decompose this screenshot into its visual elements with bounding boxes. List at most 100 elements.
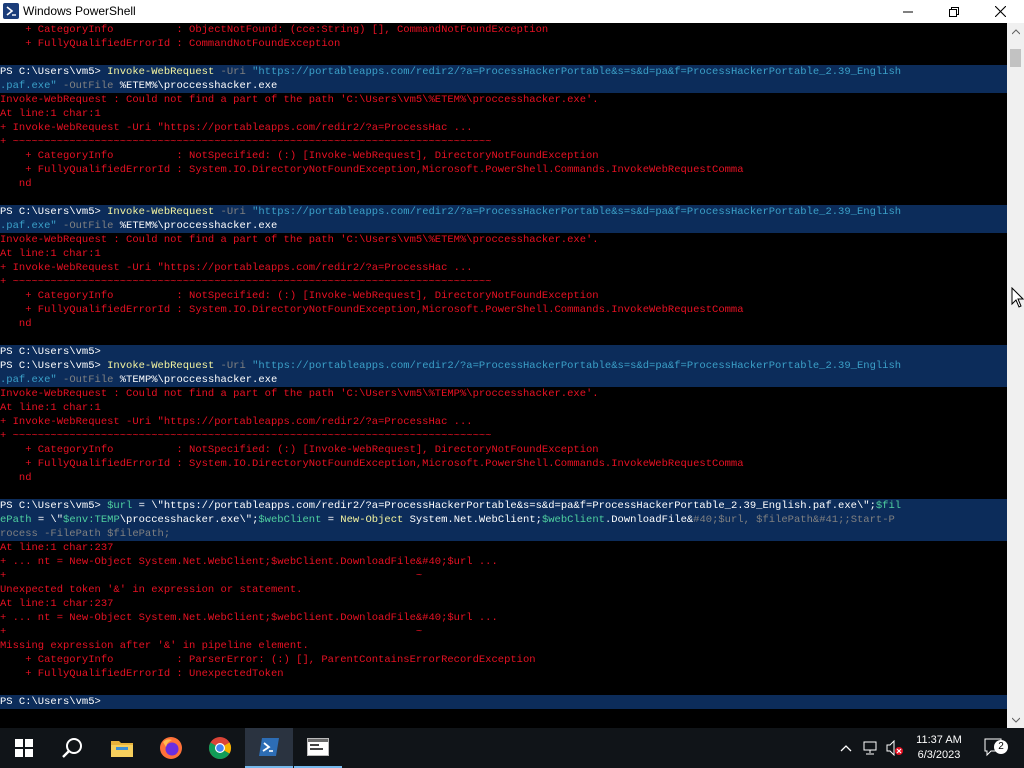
console-text-segment: At line:1 char:237: [0, 542, 114, 554]
console-output-line: + CategoryInfo : NotSpecified: (:) [Invo…: [0, 149, 1007, 163]
console-text-segment: PS C:\Users\vm5>: [0, 696, 101, 708]
restore-icon: [949, 6, 959, 17]
console-output-line: + ... nt = New-Object System.Net.WebClie…: [0, 555, 1007, 569]
console-output-line: Unexpected token '&' in expression or st…: [0, 583, 1007, 597]
console-text-segment: = \": [31, 514, 64, 526]
scroll-up-button[interactable]: [1007, 23, 1024, 40]
console-text-segment: [0, 486, 6, 498]
console-command-line: PS C:\Users\vm5>: [0, 695, 1007, 709]
console-text-segment: At line:1 char:237: [0, 598, 114, 610]
powershell-app-icon: [3, 3, 19, 19]
console-output-line: nd: [0, 177, 1007, 191]
restore-button[interactable]: [931, 0, 977, 23]
search-button[interactable]: [48, 728, 96, 768]
console-command-line: PS C:\Users\vm5> Invoke-WebRequest -Uri …: [0, 205, 1007, 219]
console-output-line: + Invoke-WebRequest -Uri "https://portab…: [0, 261, 1007, 275]
console-text-segment: .paf.exe": [0, 374, 57, 386]
console-text-segment: $env:TEMP: [63, 514, 120, 526]
taskbar: 11:37 AM 6/3/2023 2: [0, 728, 1024, 768]
console-output-line: + FullyQualifiedErrorId : System.IO.Dire…: [0, 163, 1007, 177]
scrollbar-thumb[interactable]: [1010, 49, 1021, 67]
console-text-segment: Invoke-WebRequest : Could not find a par…: [0, 388, 599, 400]
console-command-line: PS C:\Users\vm5> Invoke-WebRequest -Uri …: [0, 359, 1007, 373]
clock[interactable]: 11:37 AM 6/3/2023: [908, 728, 970, 768]
close-button[interactable]: [977, 0, 1023, 23]
chrome-button[interactable]: [196, 728, 244, 768]
console-text-segment: + ~~~~~~~~~~~~~~~~~~~~~~~~~~~~~~~~~~~~~~…: [0, 136, 492, 148]
title-bar: Windows PowerShell: [0, 0, 1024, 23]
console-text-segment: -Uri: [214, 66, 253, 78]
console-output[interactable]: + CategoryInfo : ObjectNotFound: (cce:St…: [0, 23, 1007, 728]
console-command-line: rocess -FilePath $filePath;: [0, 527, 1007, 541]
mouse-cursor-icon: [1011, 287, 1024, 308]
console-text-segment: [0, 332, 6, 344]
console-text-segment: + FullyQualifiedErrorId : System.IO.Dire…: [0, 304, 744, 316]
network-icon: [863, 741, 877, 755]
chrome-icon: [209, 737, 231, 759]
console-text-segment: "https://portableapps.com/redir2/?a=Proc…: [252, 360, 902, 372]
console-output-line: Missing expression after '&' in pipeline…: [0, 639, 1007, 653]
volume-button[interactable]: [883, 728, 907, 768]
console-output-line: + CategoryInfo : NotSpecified: (:) [Invo…: [0, 289, 1007, 303]
console-output-line: At line:1 char:1: [0, 401, 1007, 415]
close-icon: [994, 6, 1006, 17]
console-output-line: + ... nt = New-Object System.Net.WebClie…: [0, 611, 1007, 625]
action-center-button[interactable]: 2: [978, 728, 1012, 768]
console-command-line: .paf.exe" -OutFile %ETEM%\proccesshacker…: [0, 79, 1007, 93]
console-text-segment: $fil: [875, 500, 902, 512]
console-output-line: At line:1 char:1: [0, 107, 1007, 121]
console-output-line: [0, 681, 1007, 695]
network-button[interactable]: [859, 728, 881, 768]
scroll-down-button[interactable]: [1007, 711, 1024, 728]
console-text-segment: nd: [0, 178, 32, 190]
console-text-segment: Unexpected token '&' in expression or st…: [0, 584, 303, 596]
console-output-line: + Invoke-WebRequest -Uri "https://portab…: [0, 415, 1007, 429]
console-text-segment: System.Net.WebClient;: [403, 514, 542, 526]
volume-muted-icon: [886, 740, 903, 756]
console-text-segment: PS C:\Users\vm5>: [0, 66, 108, 78]
console-output-line: + CategoryInfo : ObjectNotFound: (cce:St…: [0, 23, 1007, 37]
console-output-line: + FullyQualifiedErrorId : System.IO.Dire…: [0, 457, 1007, 471]
file-explorer-icon: [111, 741, 133, 757]
show-hidden-icons-button[interactable]: [835, 728, 857, 768]
minimize-icon: [903, 11, 913, 12]
firefox-button[interactable]: [147, 728, 195, 768]
powershell-taskbar-button[interactable]: [245, 728, 293, 768]
console-text-segment: Invoke-WebRequest: [107, 66, 215, 78]
console-command-line: .paf.exe" -OutFile %TEMP%\proccesshacker…: [0, 373, 1007, 387]
console-text-segment: = \"https://portableapps.com/redir2/?a=P…: [132, 500, 876, 512]
console-command-line: .paf.exe" -OutFile %ETEM%\proccesshacker…: [0, 219, 1007, 233]
console-text-segment: + FullyQualifiedErrorId : System.IO.Dire…: [0, 458, 744, 470]
vertical-scrollbar[interactable]: [1007, 23, 1024, 728]
clock-time: 11:37 AM: [916, 734, 962, 746]
chevron-up-icon: [1011, 28, 1020, 34]
console-output-line: nd: [0, 317, 1007, 331]
console-text-segment: + ... nt = New-Object System.Net.WebClie…: [0, 556, 498, 568]
clock-date: 6/3/2023: [917, 749, 961, 761]
console-output-line: [0, 51, 1007, 65]
console-output-line: [0, 331, 1007, 345]
console-text-segment: + FullyQualifiedErrorId : UnexpectedToke…: [0, 668, 284, 680]
console-command-line: PS C:\Users\vm5> Invoke-WebRequest -Uri …: [0, 65, 1007, 79]
console-output-line: + FullyQualifiedErrorId : UnexpectedToke…: [0, 667, 1007, 681]
console-text-segment: At line:1 char:1: [0, 402, 101, 414]
console-text-segment: + ~: [0, 626, 423, 638]
start-button[interactable]: [0, 728, 48, 768]
console-text-segment: + ~: [0, 570, 423, 582]
console-text-segment: Invoke-WebRequest : Could not find a par…: [0, 94, 599, 106]
console-text-segment: + ... nt = New-Object System.Net.WebClie…: [0, 612, 498, 624]
console-text-segment: #40;$url, $filePath&#41;;Start-P: [693, 514, 895, 526]
chevron-down-icon: [1011, 717, 1020, 723]
console-text-segment: Missing expression after '&' in pipeline…: [0, 640, 309, 652]
console-text-segment: New-Object: [340, 514, 404, 526]
file-explorer-button[interactable]: [98, 728, 146, 768]
minimize-button[interactable]: [885, 0, 931, 23]
console-text-segment: PS C:\Users\vm5>: [0, 206, 108, 218]
console-text-segment: + Invoke-WebRequest -Uri "https://portab…: [0, 122, 473, 134]
console-text-segment: At line:1 char:1: [0, 248, 101, 260]
console-text-segment: [0, 52, 6, 64]
console-output-line: + ~~~~~~~~~~~~~~~~~~~~~~~~~~~~~~~~~~~~~~…: [0, 429, 1007, 443]
console-text-segment: [0, 192, 6, 204]
console-text-segment: \proccesshacker.exe\";: [119, 514, 259, 526]
terminal-window-button[interactable]: [294, 728, 342, 768]
